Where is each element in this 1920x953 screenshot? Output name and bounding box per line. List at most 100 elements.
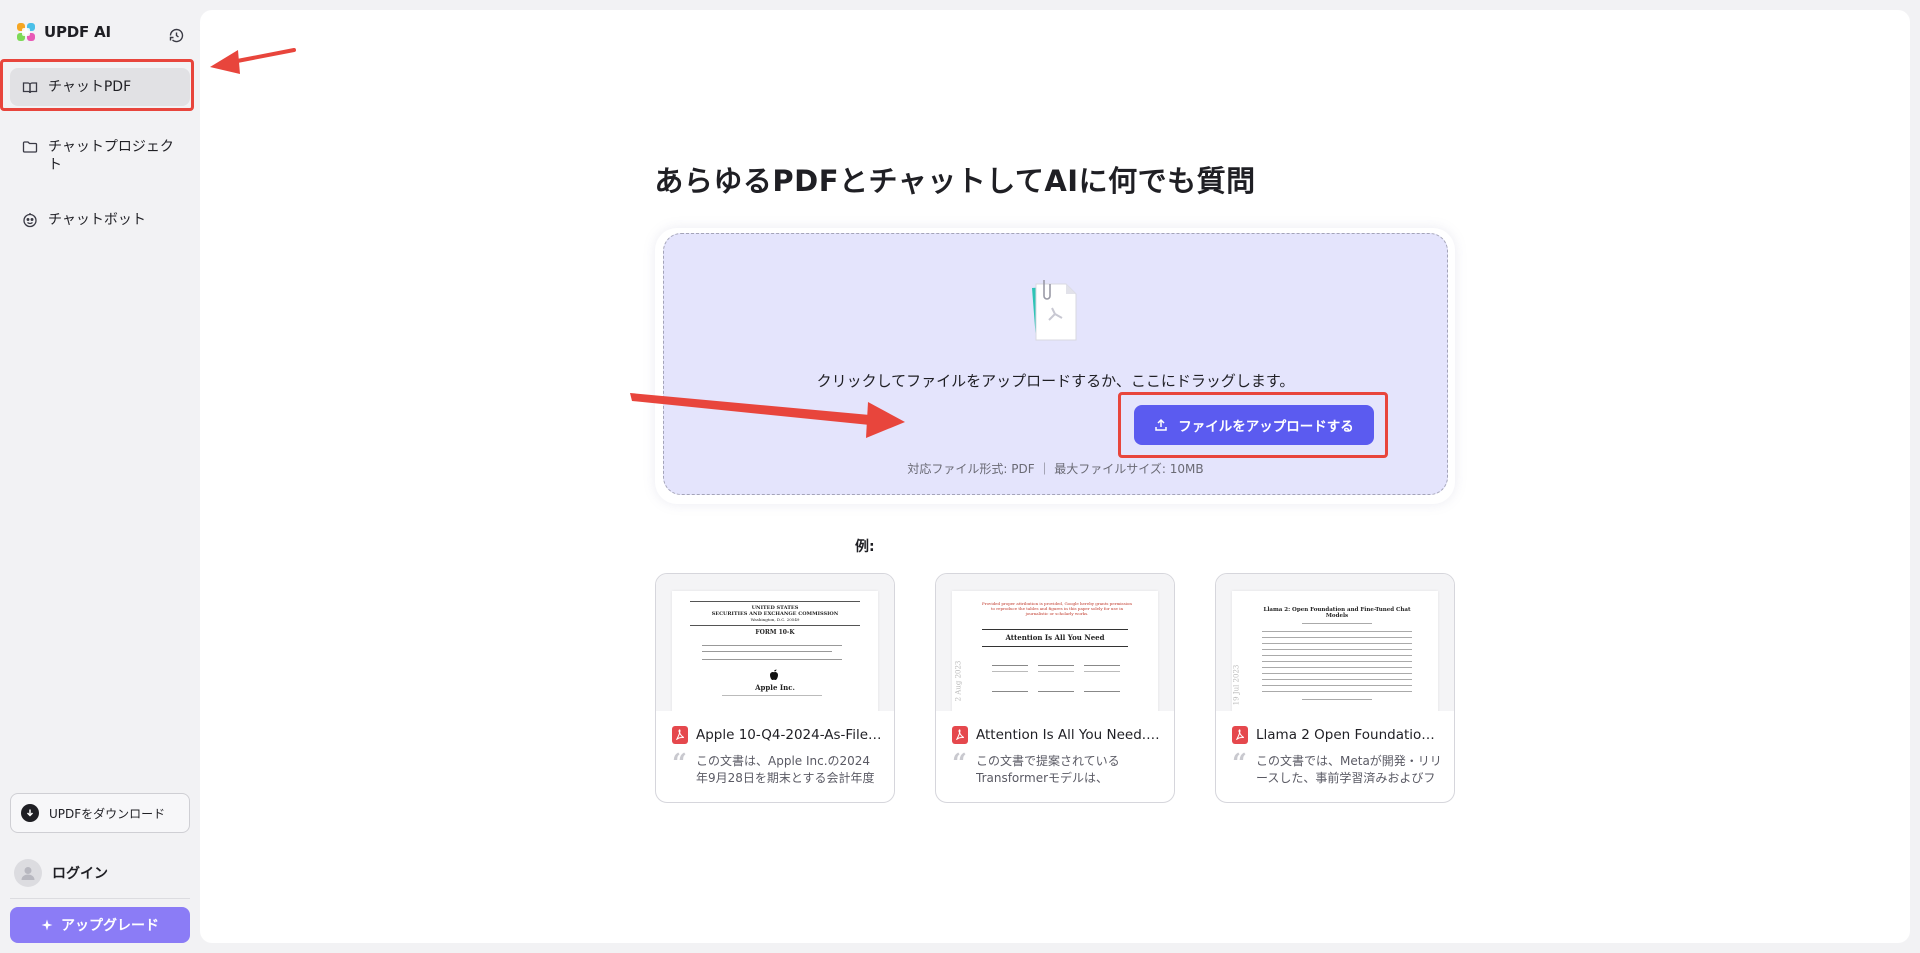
folder-icon — [22, 141, 38, 153]
examples-label: 例: — [855, 539, 875, 555]
card-description: “ この文書で提案されているTransformerモデルは、Attention機… — [952, 749, 1162, 787]
history-button[interactable] — [166, 25, 186, 45]
thumb-text-line — [1262, 637, 1412, 638]
download-icon — [21, 804, 39, 822]
book-open-icon — [22, 81, 38, 93]
card-description-text: この文書で提案されているTransformerモデルは、Attention機構の… — [976, 754, 1120, 785]
card-description: “ この文書では、Metaが開発・リリースした、事前学習済みおよびファインチュー… — [1232, 749, 1442, 787]
card-title: Apple 10-Q4-2024-As-Filed.pdf — [696, 727, 882, 743]
card-description: “ この文書は、Apple Inc.の2024年9月28日を期末とする会計年度の… — [672, 749, 882, 787]
login-button[interactable]: ログイン — [14, 859, 108, 887]
card-description-text: この文書は、Apple Inc.の2024年9月28日を期末とする会計年度の年次… — [696, 754, 875, 785]
thumb-text-line — [1262, 691, 1412, 692]
thumb-line-3: Washington, D.C. 20549 — [750, 617, 800, 622]
card-title-row: Llama 2 Open Foundation and Fine-Tuned C… — [1232, 726, 1442, 744]
card-title-row: Attention Is All You Need.pdf — [952, 726, 1162, 744]
pdf-file-icon — [952, 726, 968, 744]
sidebar: UPDF AI チャットPDF チャットプロジェクト チャットボット UPDFを… — [0, 0, 198, 953]
quote-icon: “ — [672, 749, 687, 779]
thumb-text-line — [1262, 655, 1412, 656]
card-title: Llama 2 Open Foundation and Fine-Tuned C… — [1256, 727, 1442, 743]
thumb-rule — [690, 601, 860, 602]
sidebar-item-chat-pdf[interactable]: チャットPDF — [10, 68, 190, 106]
thumb-rule — [690, 625, 860, 626]
app-name: UPDF AI — [44, 23, 111, 41]
card-title-row: Apple 10-Q4-2024-As-Filed.pdf — [672, 726, 882, 744]
avatar — [14, 859, 42, 887]
file-format-note: 対応ファイル形式: PDF ｜ 最大ファイルサイズ: 10MB — [907, 462, 1204, 476]
file-drop-zone[interactable] — [663, 233, 1448, 495]
thumb-rule — [982, 629, 1128, 630]
main-panel: あらゆるPDFとチャットしてAIに何でも質問 クリックしてファイルをアップロード… — [200, 10, 1910, 943]
thumb-text-line — [1262, 673, 1412, 674]
thumb-text-line — [702, 645, 842, 646]
thumb-text-line — [992, 665, 1028, 666]
page-title: あらゆるPDFとチャットしてAIに何でも質問 — [654, 164, 1256, 198]
sidebar-item-label: チャットPDF — [48, 79, 132, 95]
upload-button-label: ファイルをアップロードする — [1178, 419, 1354, 435]
thumb-text-line — [1084, 691, 1120, 692]
thumb-company: Apple Inc. — [755, 683, 795, 692]
example-card-attention[interactable]: Provided proper attribution is provided,… — [935, 573, 1175, 803]
thumb-heading: Llama 2: Open Foundation and Fine-Tuned … — [1263, 607, 1411, 619]
thumb-side-label: 2 Aug 2023 — [954, 660, 963, 702]
pdf-file-illustration-icon — [1032, 280, 1077, 341]
apple-logo-icon — [770, 669, 778, 680]
thumb-heading: Attention Is All You Need — [1005, 633, 1105, 642]
thumb-form: FORM 10-K — [755, 629, 795, 636]
upload-icon — [1155, 418, 1167, 431]
example-card-llama[interactable]: Llama 2: Open Foundation and Fine-Tuned … — [1215, 573, 1455, 803]
login-label: ログイン — [52, 866, 108, 882]
thumb-side-label: 19 Jul 2023 — [1232, 664, 1241, 706]
card-description-text: この文書では、Metaが開発・リリースした、事前学習済みおよびファインチューニン… — [1256, 754, 1442, 785]
upgrade-label: アップグレード — [61, 918, 159, 934]
sidebar-divider — [10, 898, 190, 899]
thumb-text-line — [702, 651, 832, 652]
sparkle-icon — [41, 919, 53, 931]
drop-instructions: クリックしてファイルをアップロードするか、ここにドラッグします。 — [816, 372, 1295, 390]
thumb-text-line — [1038, 665, 1074, 666]
thumb-text-line — [1262, 643, 1412, 644]
download-label: UPDFをダウンロード — [49, 806, 166, 821]
thumb-text-line — [1038, 691, 1074, 692]
upgrade-button[interactable]: アップグレード — [10, 907, 190, 943]
thumbnail-page: Llama 2: Open Foundation and Fine-Tuned … — [1232, 591, 1438, 711]
user-icon — [21, 867, 35, 880]
thumb-text-line — [992, 691, 1028, 692]
thumb-text-line — [1302, 699, 1372, 700]
pdf-file-icon — [1232, 726, 1248, 744]
thumb-text-line — [1262, 631, 1412, 632]
thumb-text-line — [1084, 665, 1120, 666]
thumb-text-line — [722, 695, 822, 696]
thumb-text-line — [1262, 685, 1412, 686]
pdf-file-icon — [672, 726, 688, 744]
document-thumbnail: UNITED STATES SECURITIES AND EXCHANGE CO… — [656, 574, 894, 711]
thumb-rule — [982, 646, 1128, 647]
quote-icon: “ — [1232, 749, 1247, 779]
thumb-text-line — [992, 671, 1028, 672]
thumb-text-line — [1038, 671, 1074, 672]
sidebar-item-label: チャットボット — [48, 212, 146, 228]
document-thumbnail: Provided proper attribution is provided,… — [936, 574, 1174, 711]
document-thumbnail: Llama 2: Open Foundation and Fine-Tuned … — [1216, 574, 1454, 711]
thumb-notice: Provided proper attribution is provided,… — [982, 601, 1132, 616]
upload-file-button[interactable]: ファイルをアップロードする — [1134, 405, 1374, 445]
download-updf-button[interactable]: UPDFをダウンロード — [10, 793, 190, 833]
thumb-text-line — [1262, 679, 1412, 680]
brand[interactable]: UPDF AI — [16, 22, 111, 42]
thumb-text-line — [1084, 671, 1120, 672]
card-title: Attention Is All You Need.pdf — [976, 727, 1162, 743]
thumbnail-page: Provided proper attribution is provided,… — [952, 591, 1158, 711]
thumb-text-line — [702, 659, 842, 660]
thumb-text-line — [1262, 667, 1412, 668]
thumb-text-line — [1262, 661, 1412, 662]
history-icon — [169, 28, 183, 42]
example-card-apple[interactable]: UNITED STATES SECURITIES AND EXCHANGE CO… — [655, 573, 895, 803]
bot-icon — [23, 213, 37, 228]
sidebar-item-chat-bot[interactable]: チャットボット — [10, 201, 190, 239]
thumb-text-line — [1302, 623, 1372, 624]
thumbnail-page: UNITED STATES SECURITIES AND EXCHANGE CO… — [672, 591, 878, 711]
thumb-text-line — [1262, 649, 1412, 650]
updf-logo-icon — [17, 23, 35, 41]
quote-icon: “ — [952, 749, 967, 779]
